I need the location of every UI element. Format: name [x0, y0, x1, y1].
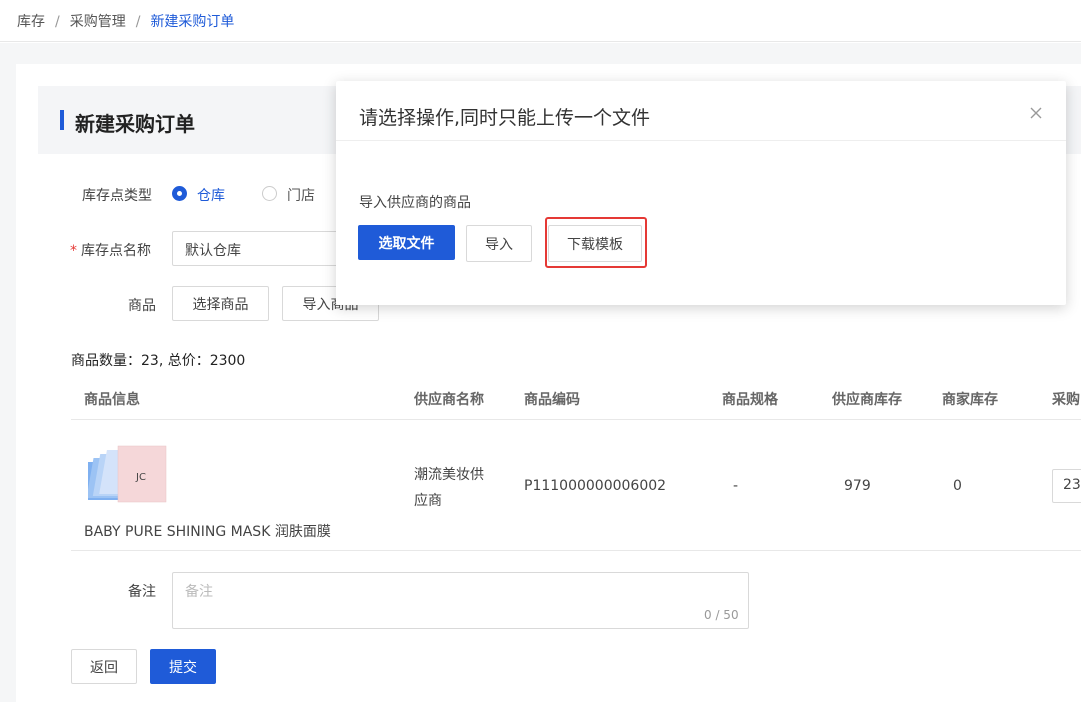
header-spec: 商品规格: [722, 392, 778, 408]
breadcrumb-item-inventory[interactable]: 库存: [17, 14, 45, 30]
product-spec: -: [733, 478, 739, 494]
table-row-divider: [71, 550, 1081, 551]
radio-store[interactable]: [262, 186, 277, 201]
store-type-label: 库存点类型: [82, 188, 152, 204]
import-button[interactable]: 导入: [466, 225, 532, 262]
required-asterisk: *: [70, 243, 77, 259]
radio-warehouse[interactable]: [172, 186, 187, 201]
title-accent-bar: [60, 110, 64, 130]
product-image: JC: [88, 445, 167, 503]
remark-textarea[interactable]: 备注: [172, 572, 749, 629]
supplier-stock: 979: [844, 478, 871, 494]
header-product-code: 商品编码: [524, 392, 580, 408]
header-supplier-stock: 供应商库存: [832, 392, 902, 408]
radio-store-label[interactable]: 门店: [287, 185, 315, 205]
highlight-box: [545, 217, 647, 268]
header-merchant-stock: 商家库存: [942, 392, 998, 408]
goods-summary: 商品数量：23, 总价：2300: [71, 353, 246, 369]
product-name: BABY PURE SHINING MASK 润肤面膜: [84, 524, 331, 540]
goods-label: 商品: [128, 298, 156, 314]
breadcrumb-current: 新建采购订单: [150, 14, 235, 30]
close-icon[interactable]: [1028, 105, 1044, 121]
product-code: P111000000006002: [524, 478, 667, 494]
breadcrumb: 库存 / 采购管理 / 新建采购订单: [0, 0, 1081, 42]
radio-warehouse-label[interactable]: 仓库: [197, 185, 225, 205]
supplier-name-line2: 应商: [414, 493, 442, 509]
back-button[interactable]: 返回: [71, 649, 137, 684]
table-header-divider: [71, 419, 1081, 420]
submit-button[interactable]: 提交: [150, 649, 216, 684]
header-purchase: 采购: [1052, 392, 1080, 408]
store-name-label-text: 库存点名称: [81, 243, 151, 259]
merchant-stock: 0: [953, 478, 962, 494]
modal-title: 请选择操作,同时只能上传一个文件: [359, 107, 651, 129]
choose-file-button[interactable]: 选取文件: [358, 225, 455, 260]
supplier-name-line1: 潮流美妆供: [414, 467, 484, 483]
breadcrumb-item-purchase[interactable]: 采购管理: [70, 14, 126, 30]
store-name-select[interactable]: 默认仓库: [172, 231, 352, 266]
page-title: 新建采购订单: [75, 112, 195, 136]
upload-modal: 请选择操作,同时只能上传一个文件 导入供应商的商品: [336, 81, 1066, 305]
breadcrumb-separator: /: [135, 14, 141, 30]
store-name-label: * 库存点名称: [70, 240, 151, 260]
purchase-qty-input[interactable]: 23: [1052, 469, 1081, 503]
remark-counter: 0 / 50: [704, 608, 739, 622]
modal-subtitle: 导入供应商的商品: [359, 195, 471, 211]
modal-header: 请选择操作,同时只能上传一个文件: [336, 81, 1066, 141]
select-goods-button[interactable]: 选择商品: [172, 286, 269, 321]
svg-text:JC: JC: [135, 472, 146, 483]
header-supplier-name: 供应商名称: [414, 392, 484, 408]
remark-label: 备注: [128, 584, 156, 600]
breadcrumb-separator: /: [55, 14, 60, 30]
header-product-info: 商品信息: [84, 392, 140, 408]
